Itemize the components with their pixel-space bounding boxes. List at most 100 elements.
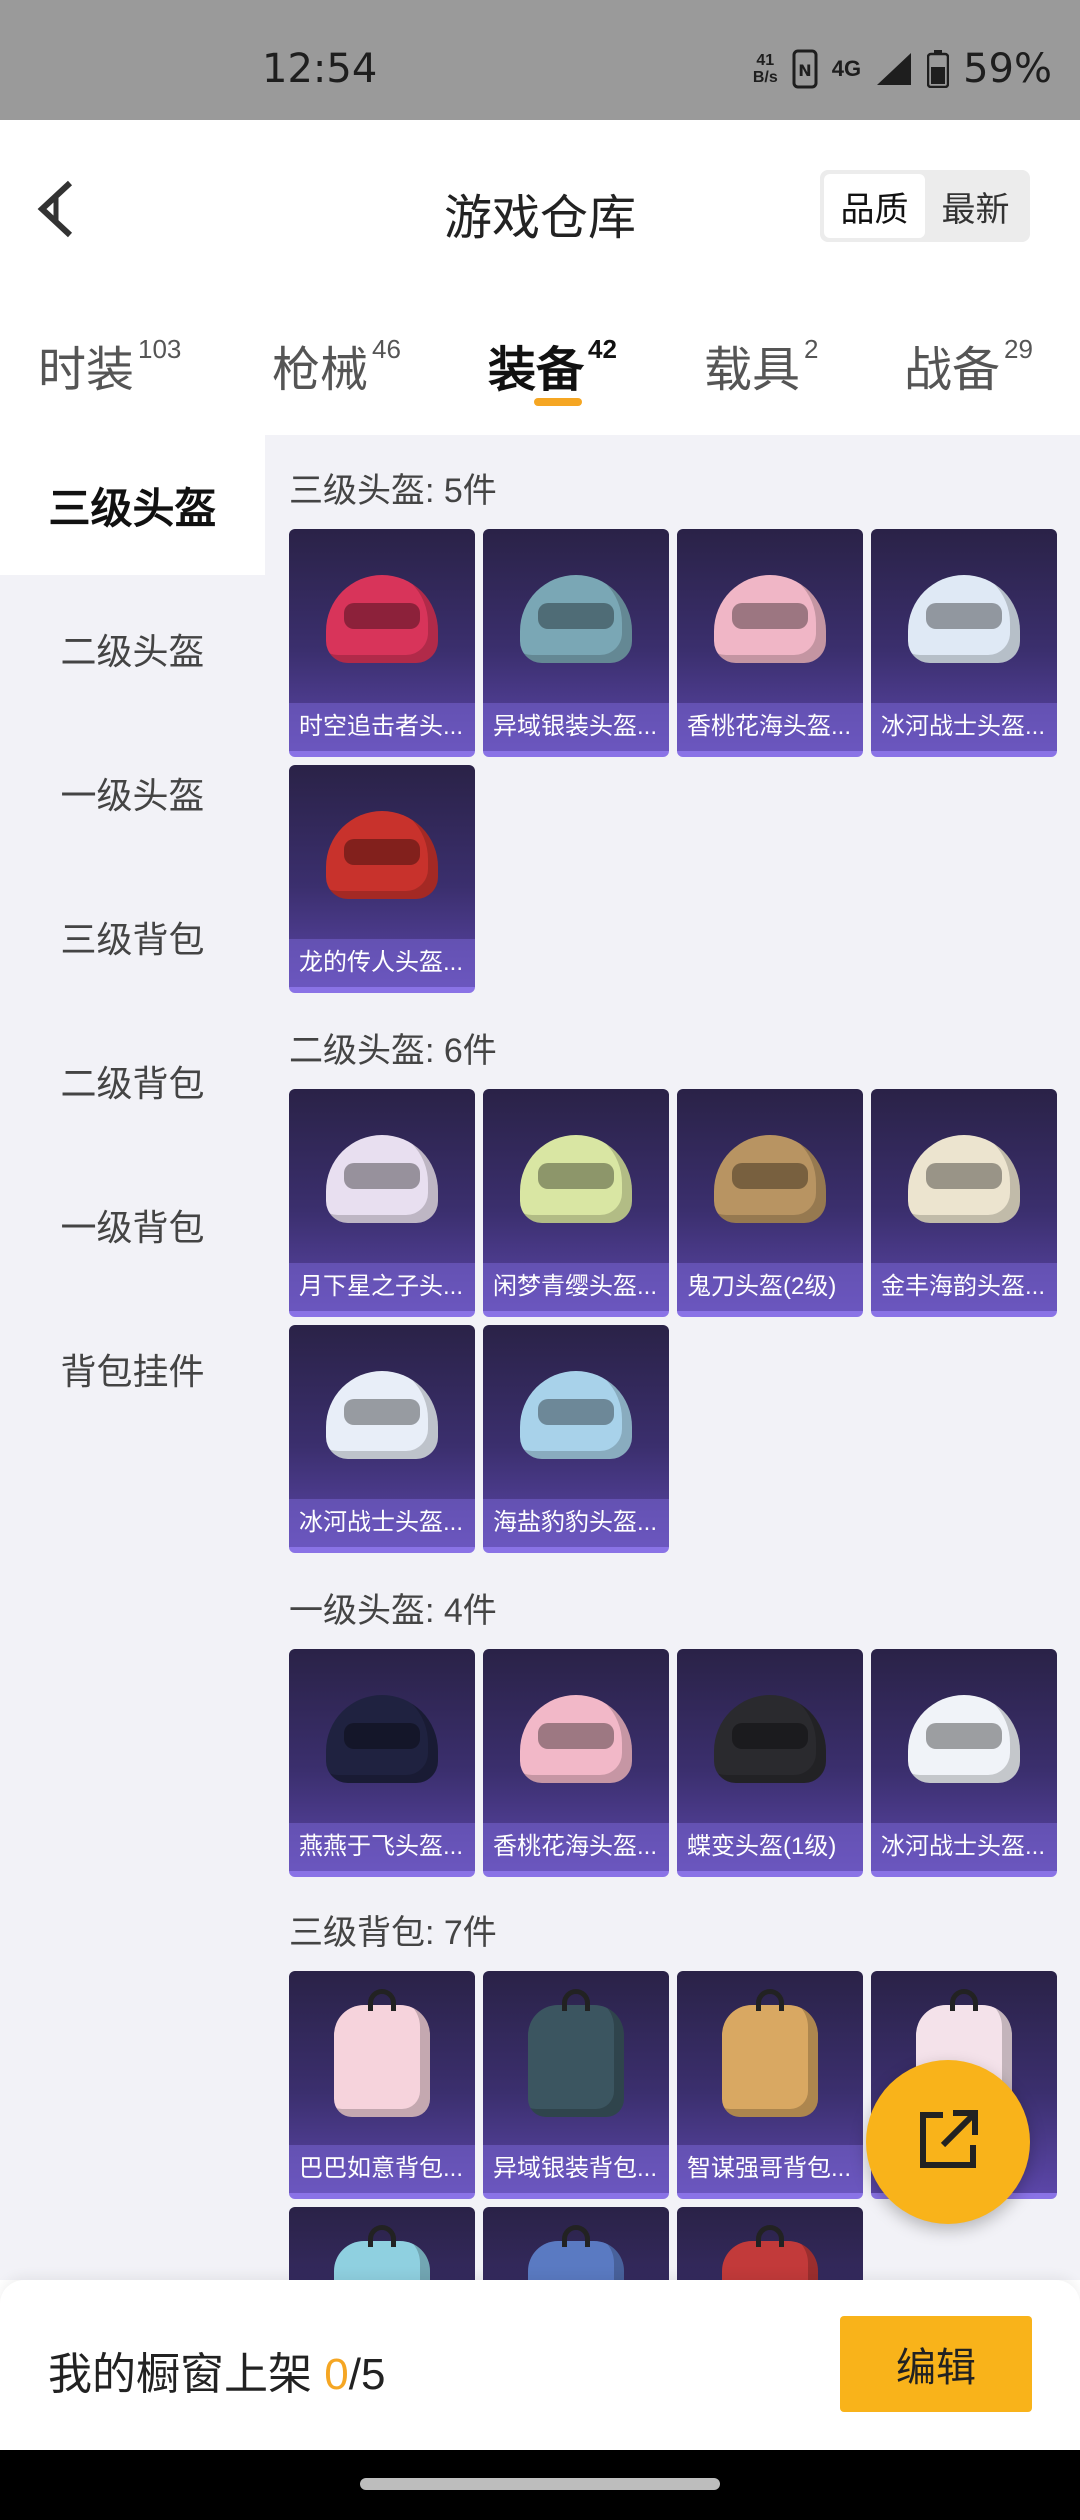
sidebar-item-level2-backpack[interactable]: 二级背包	[0, 1011, 265, 1151]
item-name: 蝶变头盔(1级)	[677, 1823, 863, 1871]
sidebar-item-backpack-charms[interactable]: 背包挂件	[0, 1299, 265, 1439]
item-name: 金丰海韵头盔...	[871, 1263, 1057, 1311]
svg-text:N: N	[798, 61, 811, 80]
tab-fashion[interactable]: 时装 103	[38, 330, 181, 400]
share-button[interactable]	[866, 2060, 1030, 2224]
home-gesture-handle[interactable]	[360, 2478, 720, 2490]
item-card[interactable]: 异域银装背包...	[483, 1971, 669, 2199]
helmet-image	[483, 529, 669, 709]
helmet-image	[871, 1089, 1057, 1269]
sidebar-item-level3-backpack[interactable]: 三级背包	[0, 867, 265, 1007]
helmet-image	[483, 1325, 669, 1505]
sidebar-item-level1-helmet[interactable]: 一级头盔	[0, 723, 265, 863]
item-grid: 三级头盔: 5件 二级头盔: 6件 一级头盔: 4件 三级背包: 7件 时空追击…	[265, 435, 1080, 2280]
section-title: 三级头盔: 5件	[289, 472, 497, 510]
sort-toggle: 品质 最新	[820, 170, 1030, 242]
item-card[interactable]: 燕燕于飞头盔...	[289, 1649, 475, 1877]
item-name: 巴巴如意背包...	[289, 2145, 475, 2193]
status-bar: 12:54 41 B/s N 4G 59%	[0, 0, 1080, 120]
sidebar: 三级头盔 二级头盔 一级头盔 三级背包 二级背包 一级背包 背包挂件	[0, 435, 265, 2280]
item-name: 龙的传人头盔...	[289, 939, 475, 987]
item-card[interactable]: 冰河战士头盔...	[289, 1325, 475, 1553]
signal-icon	[875, 51, 913, 87]
item-card[interactable]	[483, 2207, 669, 2280]
item-card[interactable]: 蝶变头盔(1级)	[677, 1649, 863, 1877]
status-icons: 41 B/s N 4G 59%	[753, 46, 1052, 92]
backpack-image	[677, 1971, 863, 2151]
item-card[interactable]: 龙的传人头盔...	[289, 765, 475, 993]
category-tabs: 时装 103 枪械 46 装备 42 载具 2 战备 29	[0, 290, 1080, 435]
item-card[interactable]: 月下星之子头...	[289, 1089, 475, 1317]
nfc-icon: N	[792, 49, 818, 89]
backpack-image	[677, 2207, 863, 2280]
item-card[interactable]	[677, 2207, 863, 2280]
item-card[interactable]: 香桃花海头盔...	[483, 1649, 669, 1877]
backpack-image	[483, 2207, 669, 2280]
helmet-image	[289, 765, 475, 945]
section-title: 一级头盔: 4件	[289, 1592, 497, 1630]
helmet-image	[871, 1649, 1057, 1829]
section-title: 三级背包: 7件	[289, 1914, 497, 1952]
item-name: 冰河战士头盔...	[289, 1499, 475, 1547]
item-name: 冰河战士头盔...	[871, 1823, 1057, 1871]
sort-quality-button[interactable]: 品质	[824, 174, 925, 238]
item-name: 时空追击者头...	[289, 703, 475, 751]
item-card[interactable]: 闲梦青缨头盔...	[483, 1089, 669, 1317]
header: 游戏仓库 品质 最新	[0, 120, 1080, 290]
sidebar-item-level1-backpack[interactable]: 一级背包	[0, 1155, 265, 1295]
helmet-image	[289, 1089, 475, 1269]
sidebar-item-level3-helmet[interactable]: 三级头盔	[0, 435, 265, 575]
sidebar-item-level2-helmet[interactable]: 二级头盔	[0, 579, 265, 719]
item-card[interactable]: 金丰海韵头盔...	[871, 1089, 1057, 1317]
tab-guns[interactable]: 枪械 46	[272, 330, 401, 400]
helmet-image	[289, 1649, 475, 1829]
item-card[interactable]: 智谋强哥背包...	[677, 1971, 863, 2199]
item-name: 月下星之子头...	[289, 1263, 475, 1311]
external-link-icon	[913, 2105, 983, 2180]
item-card[interactable]: 香桃花海头盔...	[677, 529, 863, 757]
helmet-image	[677, 1089, 863, 1269]
tab-vehicles[interactable]: 载具 2	[704, 330, 818, 400]
item-name: 异域银装头盔...	[483, 703, 669, 751]
battery-percent: 59%	[963, 46, 1052, 92]
item-card[interactable]: 异域银装头盔...	[483, 529, 669, 757]
system-nav-bar	[0, 2450, 1080, 2520]
backpack-image	[289, 2207, 475, 2280]
helmet-image	[677, 1649, 863, 1829]
battery-icon	[927, 50, 950, 88]
helmet-image	[871, 529, 1057, 709]
sort-newest-button[interactable]: 最新	[925, 174, 1026, 238]
backpack-image	[483, 1971, 669, 2151]
tab-equipment[interactable]: 装备 42	[488, 330, 617, 400]
item-name: 香桃花海头盔...	[483, 1823, 669, 1871]
showcase-bar: 我的橱窗上架 0/5 编辑	[0, 2280, 1080, 2450]
item-name: 闲梦青缨头盔...	[483, 1263, 669, 1311]
item-name: 异域银装背包...	[483, 2145, 669, 2193]
helmet-image	[483, 1089, 669, 1269]
tab-supplies[interactable]: 战备 29	[904, 330, 1033, 400]
item-name: 香桃花海头盔...	[677, 703, 863, 751]
item-card[interactable]: 时空追击者头...	[289, 529, 475, 757]
clock: 12:54	[262, 46, 378, 92]
item-card[interactable]	[289, 2207, 475, 2280]
backpack-image	[289, 1971, 475, 2151]
item-name: 燕燕于飞头盔...	[289, 1823, 475, 1871]
item-name: 冰河战士头盔...	[871, 703, 1057, 751]
helmet-image	[677, 529, 863, 709]
item-name: 鬼刀头盔(2级)	[677, 1263, 863, 1311]
item-card[interactable]: 冰河战士头盔...	[871, 529, 1057, 757]
helmet-image	[289, 529, 475, 709]
network-4g-icon: 4G	[831, 56, 862, 81]
item-name: 智谋强哥背包...	[677, 2145, 863, 2193]
item-card[interactable]: 鬼刀头盔(2级)	[677, 1089, 863, 1317]
item-card[interactable]: 海盐豹豹头盔...	[483, 1325, 669, 1553]
item-card[interactable]: 巴巴如意背包...	[289, 1971, 475, 2199]
edit-button[interactable]: 编辑	[840, 2316, 1032, 2412]
item-name: 海盐豹豹头盔...	[483, 1499, 669, 1547]
section-title: 二级头盔: 6件	[289, 1032, 497, 1070]
net-speed: 41 B/s	[752, 52, 778, 86]
helmet-image	[289, 1325, 475, 1505]
active-tab-indicator	[534, 398, 582, 406]
helmet-image	[483, 1649, 669, 1829]
item-card[interactable]: 冰河战士头盔...	[871, 1649, 1057, 1877]
